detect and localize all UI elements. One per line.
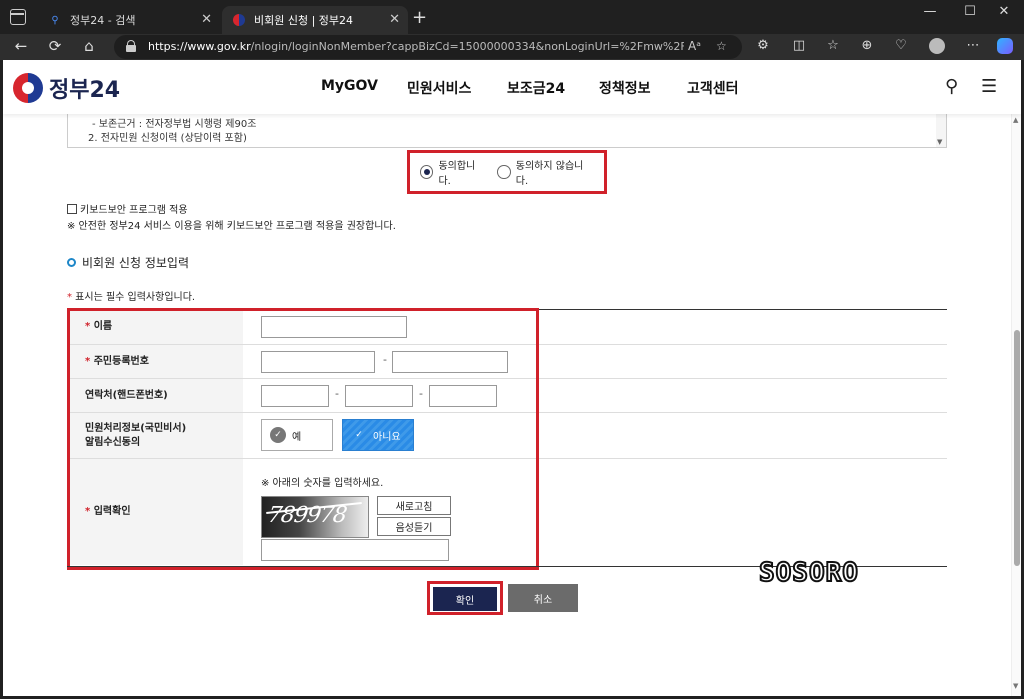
watermark-text: SOSORO [758, 557, 859, 589]
taegeuk-logo-icon [13, 73, 43, 103]
site-logo[interactable]: 정부24 [13, 72, 120, 104]
tab-search[interactable]: ⚲ 정부24 - 검색 ✕ [38, 6, 220, 34]
confirm-button[interactable]: 확인 [433, 587, 497, 611]
bullet-circle-icon [67, 258, 76, 267]
terms-line: - 보존근거 : 전자정부법 시행령 제90조 [92, 119, 257, 130]
reload-button[interactable]: ⟳ [44, 37, 66, 55]
lock-icon[interactable] [126, 40, 136, 52]
close-icon[interactable]: ✕ [389, 12, 400, 27]
agree-no-radio[interactable] [497, 165, 511, 179]
browser-nav-bar: ← ⟳ ⌂ https://www.gov.kr/nlogin/loginNon… [0, 34, 1024, 60]
nav-policy-info[interactable]: 정책정보 [599, 78, 651, 98]
agree-radio-group: 동의합니다. 동의하지 않습니다. [407, 150, 607, 194]
page-scrollbar[interactable]: ▲ ▼ [1011, 60, 1021, 696]
scroll-up-icon[interactable]: ▲ [1013, 116, 1018, 124]
gov-logo-icon [232, 13, 246, 27]
tab-title: 정부24 - 검색 [70, 14, 136, 27]
form-highlight-box [67, 308, 539, 570]
keyboard-security-note: ※ 안전한 정부24 서비스 이용을 위해 키보드보안 프로그램 적용을 권장합… [67, 221, 396, 232]
keyboard-security-checkbox[interactable] [67, 203, 77, 214]
nav-subsidy24[interactable]: 보조금24 [507, 78, 565, 98]
new-tab-button[interactable]: + [412, 7, 427, 28]
terms-scrollbar[interactable] [936, 114, 946, 147]
agree-no-label[interactable]: 동의하지 않습니다. [516, 157, 592, 187]
tab-title: 비회원 신청 | 정부24 [254, 14, 354, 27]
web-page: 정부24 MyGOV 민원서비스 보조금24 정책정보 고객센터 ⚲ ☰ ▲ ▼… [3, 60, 1021, 696]
search-icon[interactable]: ⚲ [945, 76, 958, 97]
required-note: * 표시는 필수 입력사항입니다. [67, 288, 195, 303]
url-text[interactable]: https://www.gov.kr/nlogin/loginNonMember… [148, 40, 684, 53]
scroll-thumb[interactable] [1014, 330, 1020, 566]
health-icon[interactable]: ♡ [890, 38, 912, 53]
confirm-highlight-box: 확인 [427, 581, 503, 615]
cancel-button[interactable]: 취소 [508, 584, 578, 612]
keyboard-security-option[interactable]: 키보드보안 프로그램 적용 [67, 201, 188, 216]
more-menu-icon[interactable]: ⋯ [962, 38, 984, 53]
close-icon[interactable]: ✕ [201, 12, 212, 27]
section-title: 비회원 신청 정보입력 [67, 254, 189, 271]
close-window-button[interactable]: ✕ [984, 4, 1024, 19]
copilot-icon[interactable] [994, 38, 1016, 58]
favorite-star-icon[interactable]: ☆ [716, 39, 727, 53]
nav-mygov[interactable]: MyGOV [321, 78, 378, 94]
split-screen-icon[interactable]: ◫ [788, 38, 810, 53]
collections-icon[interactable]: ⊕ [856, 38, 878, 53]
logo-text: 정부24 [49, 78, 121, 103]
favorites-icon[interactable]: ☆ [822, 38, 844, 53]
browser-tab-bar: ⚲ 정부24 - 검색 ✕ 비회원 신청 | 정부24 ✕ + — ☐ ✕ [0, 0, 1024, 34]
profile-avatar[interactable] [926, 38, 948, 58]
tab-active[interactable]: 비회원 신청 | 정부24 ✕ [222, 6, 408, 34]
terms-box[interactable]: - 보존근거 : 전자정부법 시행령 제90조 2. 전자민원 신청이력 (상담… [67, 114, 947, 148]
home-button[interactable]: ⌂ [78, 37, 100, 55]
extensions-icon[interactable]: ⚙ [752, 38, 774, 53]
nav-customer-center[interactable]: 고객센터 [687, 78, 739, 98]
url-path: /nlogin/loginNonMember?cappBizCd=1500000… [250, 40, 684, 53]
tab-actions-icon[interactable] [10, 9, 26, 25]
search-icon: ⚲ [51, 14, 59, 26]
url-host: https://www.gov.kr [148, 40, 251, 53]
agree-yes-label[interactable]: 동의합니다. [438, 157, 485, 187]
address-bar[interactable]: https://www.gov.kr/nlogin/loginNonMember… [114, 35, 742, 59]
agree-yes-radio[interactable] [420, 165, 434, 179]
site-header: 정부24 MyGOV 민원서비스 보조금24 정책정보 고객센터 ⚲ ☰ [3, 60, 1021, 114]
nav-civil-service[interactable]: 민원서비스 [407, 78, 471, 98]
read-aloud-icon[interactable]: Aᵃ [688, 39, 701, 53]
section-title-text: 비회원 신청 정보입력 [82, 256, 189, 270]
required-note-text: 표시는 필수 입력사항입니다. [72, 292, 196, 303]
minimize-button[interactable]: — [910, 4, 950, 19]
menu-icon[interactable]: ☰ [981, 76, 997, 97]
scroll-down-icon[interactable]: ▼ [1013, 682, 1018, 690]
keyboard-security-label[interactable]: 키보드보안 프로그램 적용 [80, 201, 188, 216]
back-button[interactable]: ← [10, 37, 32, 55]
terms-line: 2. 전자민원 신청이력 (상담이력 포함) [88, 133, 247, 144]
